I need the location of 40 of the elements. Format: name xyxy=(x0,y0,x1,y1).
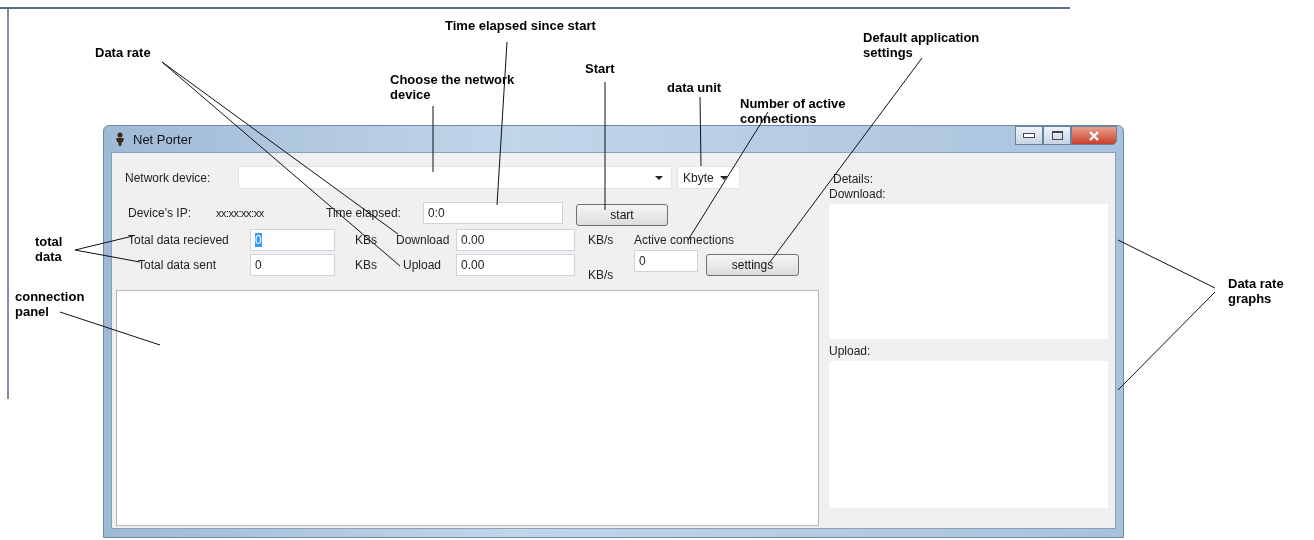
field-label: Total data sent xyxy=(138,258,218,272)
annotation-label: connection panel xyxy=(15,289,86,319)
field-label: Network device: xyxy=(125,170,212,185)
annotation-label: Start xyxy=(585,61,616,76)
leader-line xyxy=(432,105,434,173)
connections-field[interactable]: 0 xyxy=(634,250,698,272)
field-label: Total data recieved xyxy=(128,232,230,247)
minimize-button[interactable] xyxy=(1015,126,1043,145)
field-label: Upload xyxy=(403,258,443,272)
maximize-button[interactable] xyxy=(1043,126,1071,145)
settings-button[interactable]: settings xyxy=(706,254,799,276)
unit-label: KB/s xyxy=(588,268,615,282)
download-field[interactable]: 0.00 xyxy=(456,228,575,251)
close-button[interactable] xyxy=(1071,126,1117,145)
annotation-label: Number of active connections xyxy=(740,96,847,126)
details-label: Details: xyxy=(833,172,874,186)
field-label: Device's IP: xyxy=(128,206,192,220)
start-button[interactable]: start xyxy=(576,204,668,226)
unit-dropdown[interactable]: Kbyte xyxy=(677,166,740,189)
field-label: Active connections xyxy=(634,232,735,247)
graph-label: Upload: xyxy=(829,344,872,358)
field-label: Download xyxy=(396,232,451,247)
annotation-label: data unit xyxy=(667,80,723,95)
window-title: Net Porter xyxy=(133,131,193,147)
annotation-label: Data rate xyxy=(95,45,152,60)
person-icon xyxy=(115,132,125,146)
annotation-label: Time elapsed since start xyxy=(445,18,597,33)
close-icon xyxy=(1088,130,1100,141)
time-field[interactable]: 0:0 xyxy=(423,202,563,224)
minimize-icon xyxy=(1023,133,1035,138)
annotation-label: total data xyxy=(35,234,64,264)
maximize-icon xyxy=(1051,131,1063,140)
annotation-label: Data rate graphs xyxy=(1228,276,1285,306)
unit-label: KB/s xyxy=(588,232,615,247)
sent-field[interactable]: 0 xyxy=(250,254,335,276)
upload-field[interactable]: 0.00 xyxy=(456,254,575,276)
unit-label: KBs xyxy=(355,258,378,272)
ip-address: xx:xx:xx:xx xyxy=(216,207,265,219)
graph-label: Download: xyxy=(829,187,887,201)
annotation-label: Default application settings xyxy=(863,30,981,60)
